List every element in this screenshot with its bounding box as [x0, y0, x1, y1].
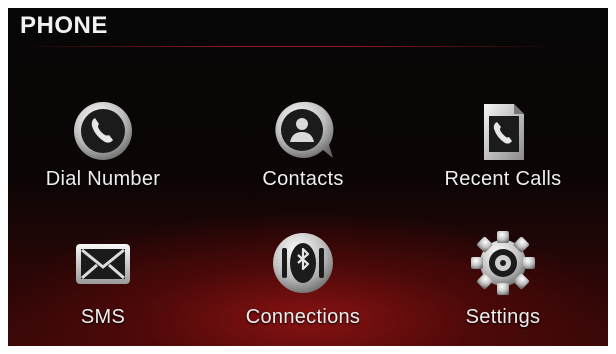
page-title: PHONE: [20, 12, 108, 39]
connections-button[interactable]: Connections: [208, 228, 398, 346]
dial-number-button[interactable]: Dial Number: [8, 96, 198, 216]
recent-calls-icon: [468, 96, 538, 166]
recent-calls-label: Recent Calls: [444, 168, 562, 190]
phone-screen: PHONE Dial Number Contacts Recent Calls …: [8, 8, 608, 346]
gear-icon: [468, 228, 538, 298]
dial-number-label: Dial Number: [45, 168, 161, 190]
contacts-label: Contacts: [262, 168, 344, 190]
sms-label: SMS: [80, 306, 126, 328]
contacts-person-icon: [268, 96, 338, 166]
sms-button[interactable]: SMS: [8, 228, 198, 346]
contacts-button[interactable]: Contacts: [208, 96, 398, 216]
phone-handset-icon: [68, 96, 138, 166]
settings-button[interactable]: Settings: [408, 228, 598, 346]
settings-label: Settings: [465, 306, 541, 328]
title-divider: [18, 46, 558, 47]
bluetooth-icon: [268, 228, 338, 298]
recent-calls-button[interactable]: Recent Calls: [408, 96, 598, 216]
connections-label: Connections: [245, 306, 361, 328]
envelope-icon: [68, 228, 138, 298]
